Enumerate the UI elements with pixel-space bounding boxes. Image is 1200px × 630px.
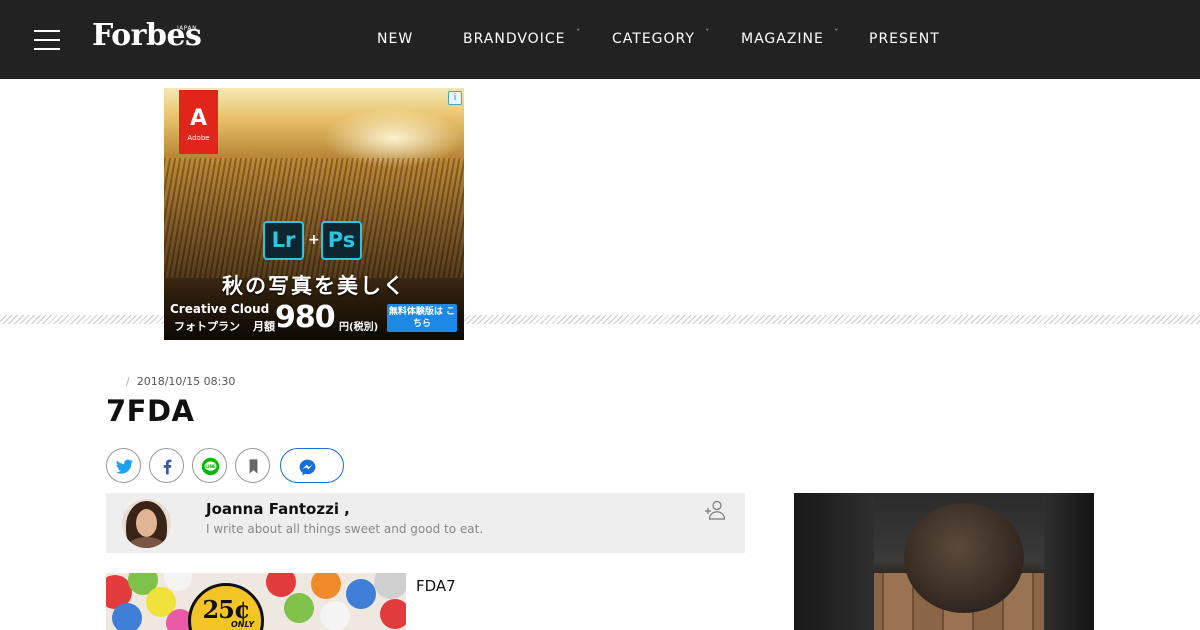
avatar[interactable] xyxy=(122,499,171,548)
gumball xyxy=(266,573,296,597)
gumball xyxy=(112,603,142,630)
adobe-wordmark: Adobe xyxy=(187,134,210,142)
price-badge: 25¢ ONLY xyxy=(188,583,264,630)
advertisement-banner[interactable]: A Adobe i Lr + Ps 秋の写真を美しく Creative Clou… xyxy=(164,88,464,340)
price-badge-only: ONLY xyxy=(231,620,255,629)
nav-item-magazine[interactable]: MAGAZINE xyxy=(741,31,824,47)
follow-author-icon[interactable] xyxy=(703,498,727,522)
line-icon: LINE xyxy=(201,457,220,476)
sidebar-image-arm xyxy=(1044,493,1094,630)
author-name[interactable]: Joanna Fantozzi , xyxy=(206,500,350,518)
sidebar-image-head xyxy=(904,503,1024,613)
related-article-title[interactable]: FDA7 xyxy=(416,577,456,595)
gumball xyxy=(311,573,341,599)
nav-item-brandvoice[interactable]: BRANDVOICE xyxy=(463,31,565,47)
share-twitter-button[interactable] xyxy=(106,448,141,483)
gumball xyxy=(284,593,314,623)
ad-grass-field xyxy=(164,158,464,278)
plus-icon: + xyxy=(308,232,320,248)
sidebar-image-arm xyxy=(794,493,874,630)
ad-headline: 秋の写真を美しく xyxy=(222,274,406,298)
chevron-down-icon: ˇ xyxy=(576,29,581,39)
twitter-icon xyxy=(115,459,134,474)
nav-item-category[interactable]: CATEGORY xyxy=(612,31,695,47)
svg-text:LINE: LINE xyxy=(205,464,216,469)
author-card: Joanna Fantozzi , I write about all thin… xyxy=(106,493,745,553)
ad-plan-name: フォトプラン xyxy=(174,320,240,333)
ad-free-trial-button[interactable]: 無料体験版は こちら xyxy=(387,304,457,332)
bookmark-icon xyxy=(249,459,258,474)
forbes-logo[interactable]: Forbes xyxy=(92,18,202,53)
breadcrumb-separator: / xyxy=(126,375,130,388)
ad-tax-label: 円(税別) xyxy=(339,322,379,333)
facebook-icon xyxy=(163,459,172,475)
ad-price: 980 xyxy=(275,300,336,335)
share-facebook-button[interactable] xyxy=(149,448,184,483)
lightroom-icon: Lr xyxy=(263,221,304,260)
adobe-mark-icon: A xyxy=(189,106,208,131)
chevron-down-icon: ˇ xyxy=(834,29,839,39)
avatar-face xyxy=(136,509,157,537)
adobe-logo: A Adobe xyxy=(179,90,218,154)
article-title: 7FDA xyxy=(106,394,195,428)
related-article-thumbnail[interactable]: 25¢ ONLY xyxy=(106,573,406,630)
menu-icon[interactable] xyxy=(34,30,60,50)
nav-item-present[interactable]: PRESENT xyxy=(869,31,940,47)
article-date: 2018/10/15 08:30 xyxy=(136,375,236,388)
sidebar-image[interactable] xyxy=(794,493,1094,630)
top-navigation-bar: Forbes JAPAN NEW BRANDVOICE ˇ CATEGORY ˇ… xyxy=(0,0,1200,79)
messenger-icon xyxy=(299,459,316,476)
photoshop-icon: Ps xyxy=(321,221,362,260)
chevron-down-icon: ˇ xyxy=(705,29,710,39)
ad-product-name: Creative Cloud xyxy=(170,302,270,316)
share-line-button[interactable]: LINE xyxy=(192,448,227,483)
nav-item-new[interactable]: NEW xyxy=(377,31,413,47)
article-meta: / 2018/10/15 08:30 xyxy=(126,375,235,388)
gumball xyxy=(374,573,406,599)
gumball xyxy=(380,599,406,629)
logo-region-label: JAPAN xyxy=(177,25,198,32)
bookmark-button[interactable] xyxy=(235,448,270,483)
author-bio: I write about all things sweet and good … xyxy=(206,522,484,536)
ad-info-icon[interactable]: i xyxy=(448,91,462,105)
share-messenger-button[interactable] xyxy=(280,448,344,483)
gumball xyxy=(346,579,376,609)
gumball xyxy=(320,601,350,630)
ad-monthly-label: 月額 xyxy=(253,320,275,333)
